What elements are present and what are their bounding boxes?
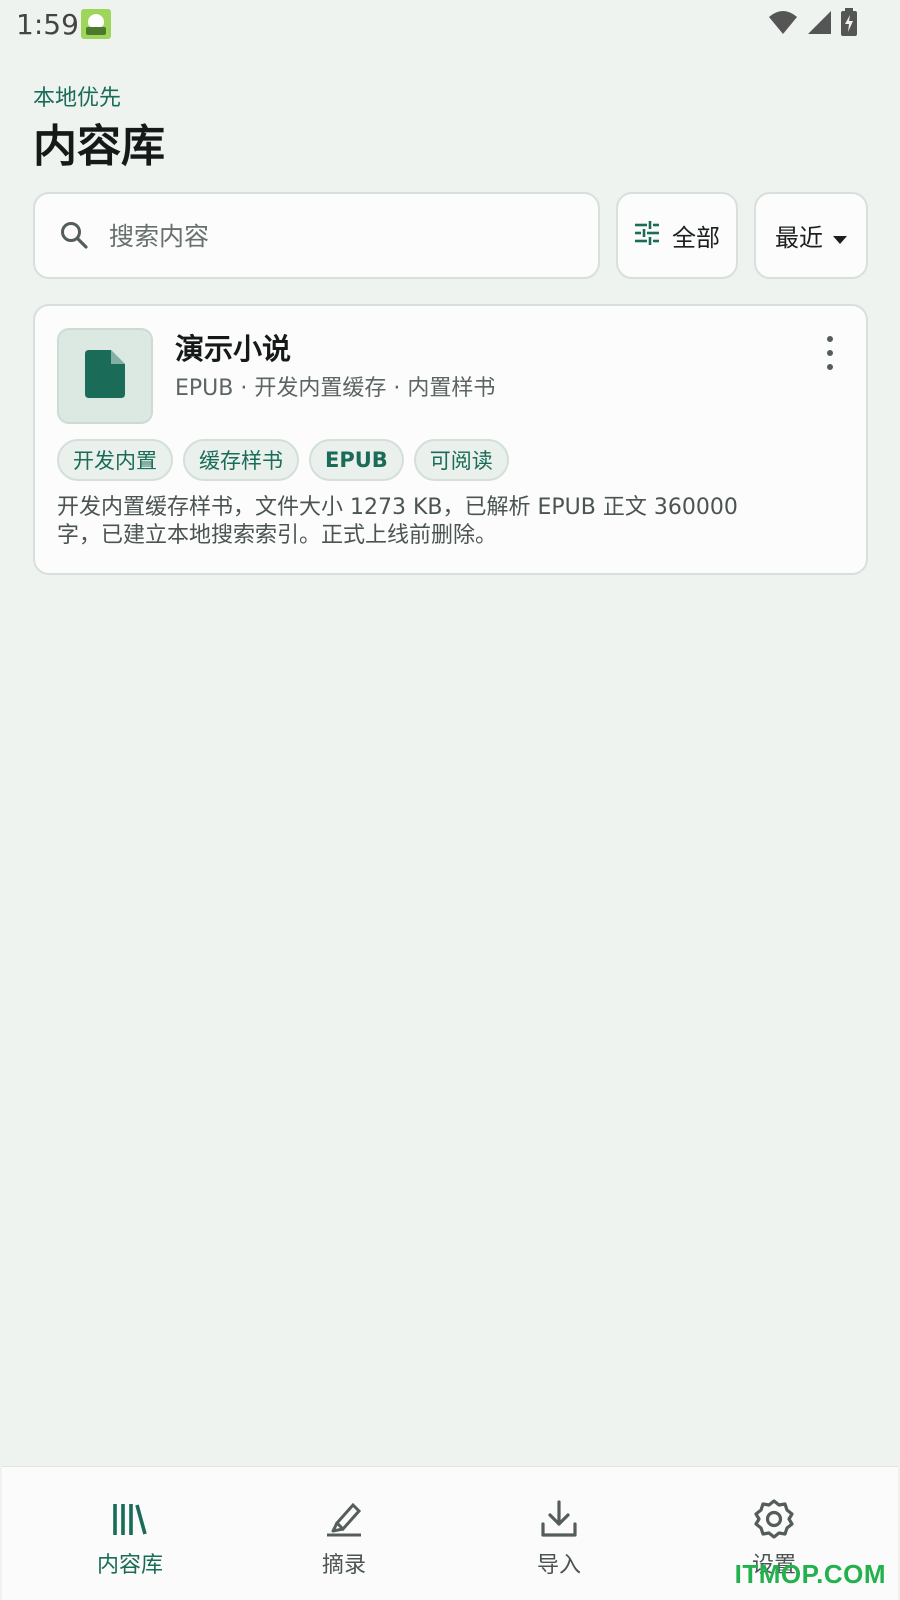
book-card[interactable]: 演示小说 EPUB · 开发内置缓存 · 内置样书 开发内置 缓存样书 EPUB…: [33, 304, 868, 575]
status-icons: [768, 8, 858, 40]
nav-label: 摘录: [321, 1553, 366, 1578]
more-options-icon[interactable]: [820, 336, 840, 370]
dropdown-arrow-icon: [833, 222, 847, 250]
tag-list: 开发内置 缓存样书 EPUB 可阅读: [57, 439, 509, 481]
signal-icon: [806, 9, 832, 39]
book-cover: [57, 328, 153, 424]
tag-chip: 可阅读: [413, 439, 509, 481]
search-input[interactable]: [109, 214, 579, 258]
nav-item-library[interactable]: 内容库: [60, 1497, 200, 1587]
app-notification-icon: [81, 9, 111, 39]
highlight-pen-icon: [325, 1497, 363, 1541]
nav-item-excerpts[interactable]: 摘录: [274, 1497, 414, 1587]
gear-icon: [754, 1497, 794, 1541]
tag-chip: EPUB: [309, 439, 404, 481]
page-title: 内容库: [33, 121, 165, 172]
screen: 1:59 本地优先 内容库 搜索内容 全部 最近 演示小说 EPUB · 开发内…: [0, 0, 900, 1600]
book-title: 演示小说: [175, 332, 292, 366]
document-icon: [85, 350, 125, 402]
search-box[interactable]: [33, 192, 600, 279]
book-meta: EPUB · 开发内置缓存 · 内置样书: [175, 376, 496, 401]
filter-button[interactable]: 全部: [616, 192, 738, 279]
battery-charging-icon: [840, 8, 858, 40]
watermark: ITMOP.COM: [734, 1559, 886, 1589]
tag-chip: 缓存样书: [183, 439, 299, 481]
status-bar: 1:59: [0, 0, 900, 48]
download-icon: [540, 1497, 578, 1541]
sort-dropdown[interactable]: 最近: [754, 192, 868, 279]
tag-chip: 开发内置: [57, 439, 173, 481]
library-icon: [112, 1497, 148, 1541]
nav-label: 内容库: [96, 1553, 163, 1578]
nav-item-import[interactable]: 导入: [489, 1497, 629, 1587]
sort-label: 最近: [775, 224, 823, 252]
tune-icon: [634, 220, 660, 251]
status-time: 1:59: [16, 8, 79, 41]
wifi-icon: [768, 9, 798, 39]
book-description: 开发内置缓存样书，文件大小 1273 KB，已解析 EPUB 正文 360000…: [57, 495, 738, 548]
nav-label: 导入: [536, 1553, 581, 1578]
filter-label: 全部: [672, 224, 720, 252]
search-icon: [59, 220, 89, 254]
page-eyebrow: 本地优先: [33, 86, 122, 111]
